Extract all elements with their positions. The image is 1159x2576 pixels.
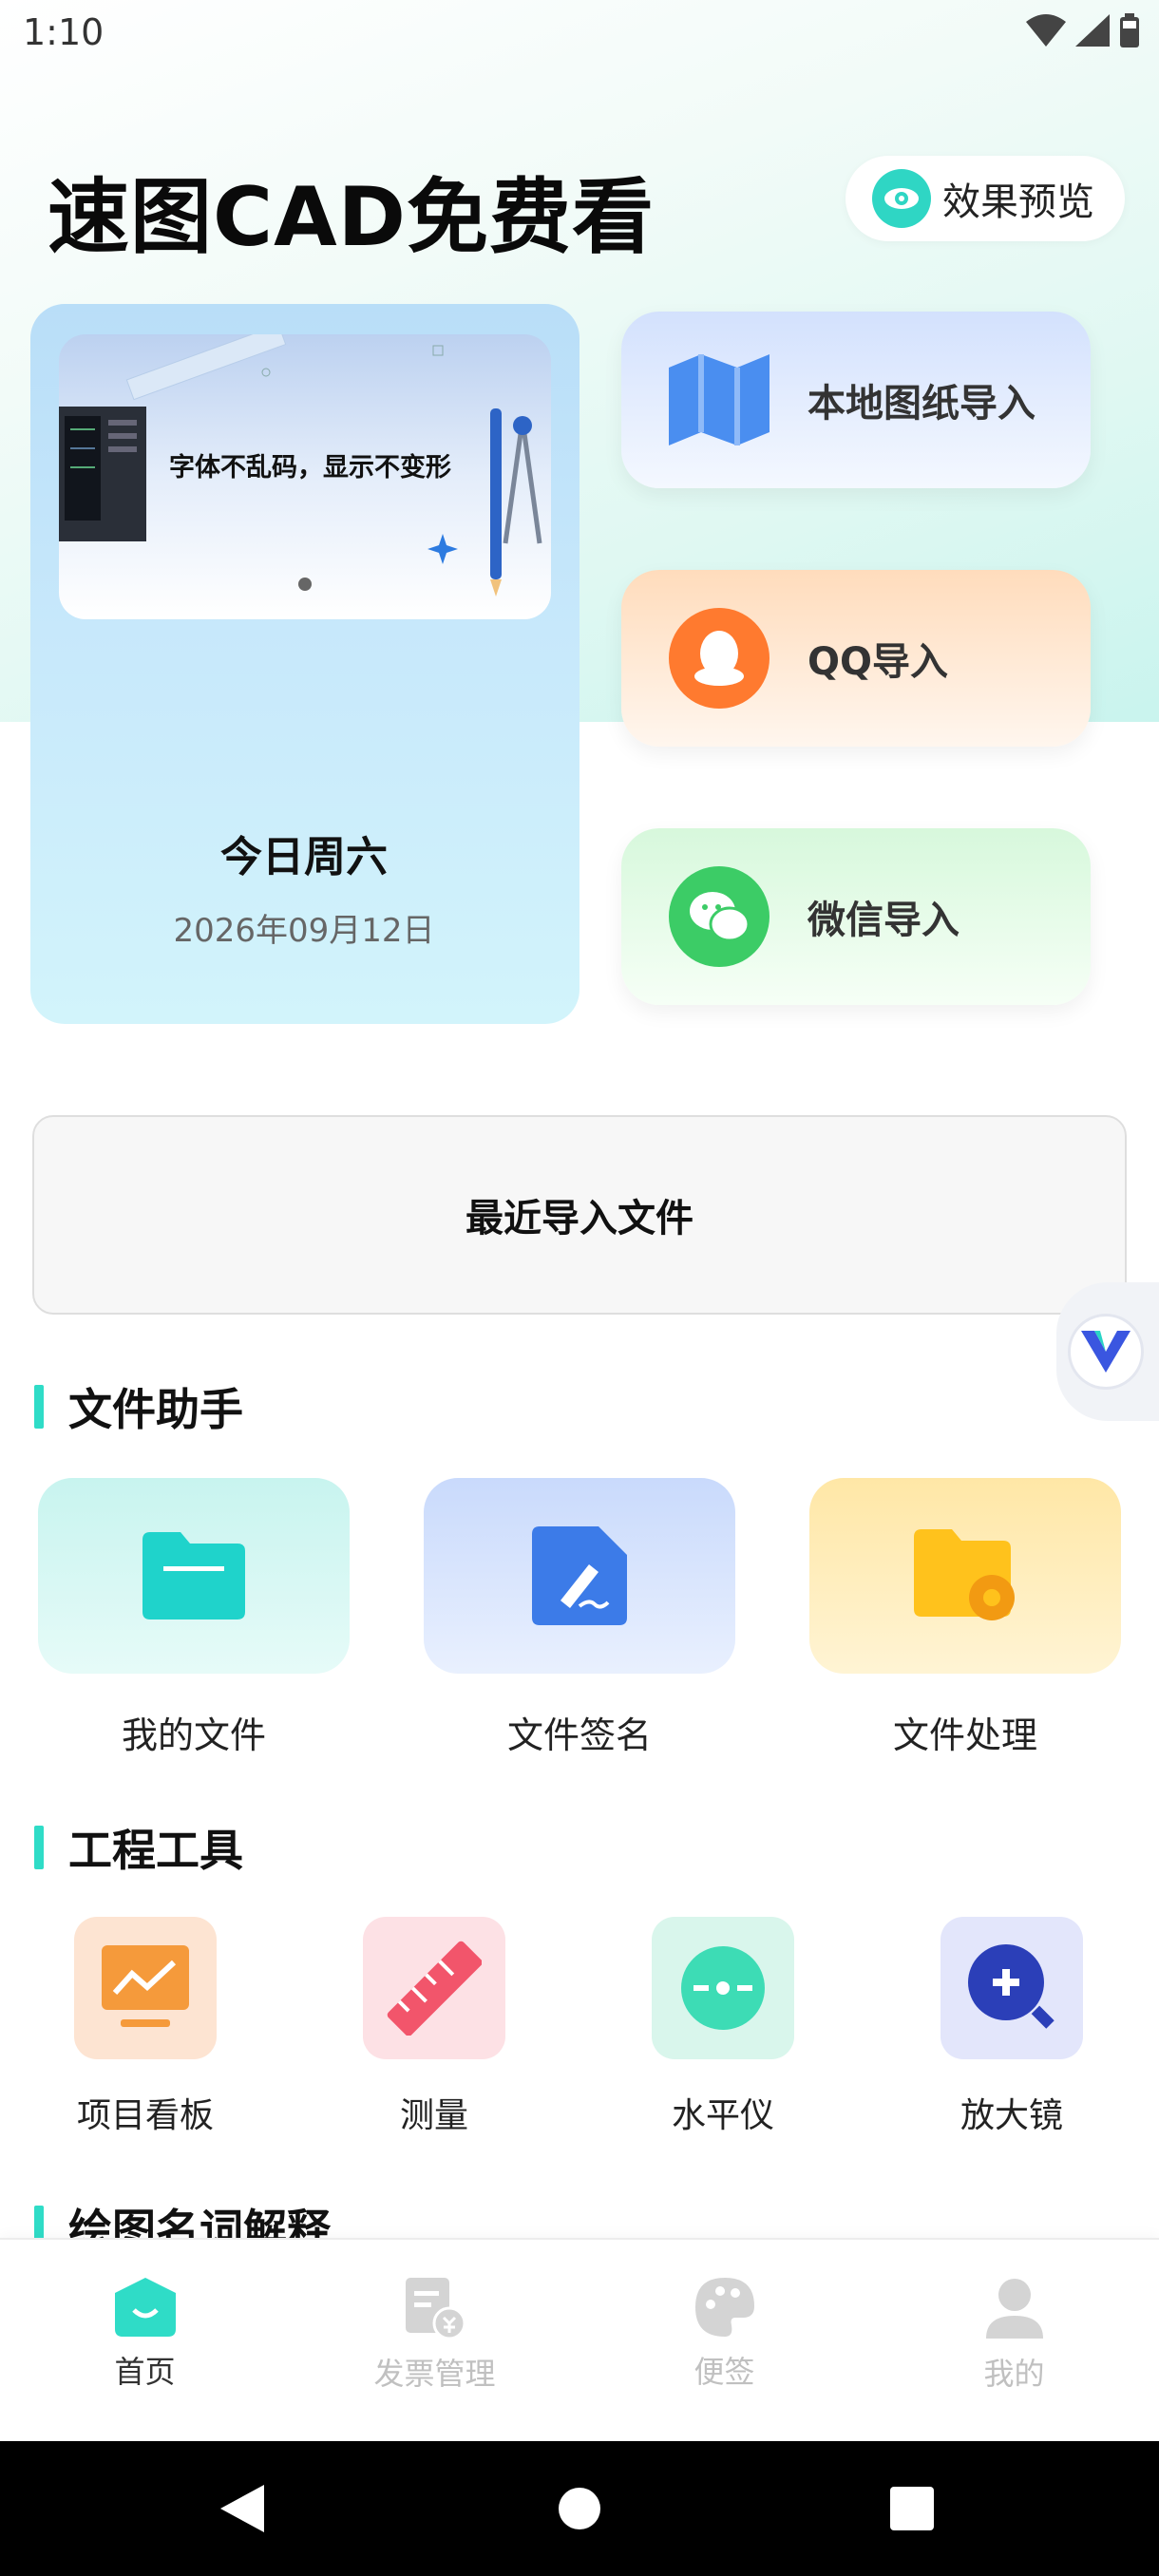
measure-tile[interactable] <box>363 1917 505 2059</box>
wechat-import-button[interactable]: 微信导入 <box>621 828 1091 1005</box>
nav-invoice-label: 发票管理 <box>373 2356 496 2392</box>
date-label: 2026年09月12日 <box>173 912 435 950</box>
level-tile[interactable] <box>652 1917 794 2059</box>
promo-banner[interactable]: 字体不乱码，显示不变形 <box>59 334 551 619</box>
wechat-icon <box>669 866 770 967</box>
nav-item-home[interactable]: 首页 <box>0 2278 290 2392</box>
file-processing-label: 文件处理 <box>892 1714 1037 1756</box>
measure-label: 测量 <box>399 2096 468 2135</box>
floating-assistant-button[interactable] <box>1056 1282 1159 1421</box>
wechat-import-label: 微信导入 <box>808 899 960 942</box>
v-logo-icon <box>1068 1314 1144 1390</box>
recents-icon[interactable] <box>890 2487 934 2530</box>
local-import-button[interactable]: 本地图纸导入 <box>621 312 1091 488</box>
banner-text: 字体不乱码，显示不变形 <box>169 453 451 483</box>
file-helper-title: 文件助手 <box>68 1384 243 1435</box>
preview-label: 效果预览 <box>942 180 1094 224</box>
signature-icon <box>532 1526 627 1625</box>
invoice-icon <box>405 2278 465 2339</box>
nav-profile-label: 我的 <box>983 2356 1045 2392</box>
folder-settings-icon <box>914 1529 1015 1620</box>
engineering-tools-header: 工程工具 <box>34 1816 243 1879</box>
file-signature-tile[interactable] <box>424 1478 735 1674</box>
project-board-label: 项目看板 <box>76 2096 214 2135</box>
section-marker <box>34 1385 44 1429</box>
recent-files-label: 最近导入文件 <box>466 1197 694 1241</box>
system-navigation-bar <box>0 2441 1159 2576</box>
level-label: 水平仪 <box>671 2096 774 2135</box>
ruler-icon <box>387 1941 482 2036</box>
back-icon[interactable] <box>220 2485 264 2532</box>
recent-files-panel[interactable]: 最近导入文件 <box>32 1115 1127 1315</box>
file-signature-label: 文件签名 <box>506 1714 652 1756</box>
bottom-navigation: 首页 发票管理 便签 我的 <box>0 2238 1159 2441</box>
nav-item-notes[interactable]: 便签 <box>580 2278 869 2392</box>
preview-button[interactable]: 效果预览 <box>846 156 1125 241</box>
home-icon <box>114 2278 176 2337</box>
banner-indicator <box>298 578 312 591</box>
battery-icon <box>1120 13 1139 47</box>
nav-item-invoice[interactable]: 发票管理 <box>290 2278 580 2394</box>
local-import-label: 本地图纸导入 <box>808 382 1036 426</box>
project-board-tile[interactable] <box>74 1917 217 2059</box>
magnifier-icon <box>968 1944 1054 2029</box>
palette-icon <box>694 2278 754 2337</box>
status-time: 1:10 <box>23 11 104 53</box>
wifi-icon <box>1026 14 1066 47</box>
dashboard-icon <box>102 1945 189 2027</box>
user-icon <box>985 2279 1043 2339</box>
status-icons <box>1026 13 1140 47</box>
map-icon <box>669 354 770 445</box>
app-title: 速图CAD免费看 <box>48 170 656 265</box>
file-processing-tile[interactable] <box>809 1478 1121 1674</box>
weekday-label: 今日周六 <box>220 833 388 881</box>
level-icon <box>681 1946 765 2030</box>
file-helper-header: 文件助手 <box>34 1375 243 1438</box>
qq-import-label: QQ导入 <box>808 640 949 684</box>
nav-notes-label: 便签 <box>694 2354 755 2390</box>
engineering-tools-title: 工程工具 <box>68 1825 243 1876</box>
eye-icon <box>872 169 931 228</box>
my-files-label: 我的文件 <box>121 1714 266 1756</box>
qq-icon <box>669 608 770 709</box>
home-button-icon[interactable] <box>558 2487 601 2530</box>
qq-import-button[interactable]: QQ导入 <box>621 570 1091 747</box>
my-files-tile[interactable] <box>38 1478 350 1674</box>
nav-item-profile[interactable]: 我的 <box>869 2278 1159 2394</box>
signal-icon <box>1075 14 1110 47</box>
magnifier-tile[interactable] <box>940 1917 1083 2059</box>
magnifier-label: 放大镜 <box>960 2096 1063 2135</box>
section-marker <box>34 1826 44 1869</box>
nav-home-label: 首页 <box>114 2354 176 2390</box>
folder-icon <box>142 1532 245 1619</box>
